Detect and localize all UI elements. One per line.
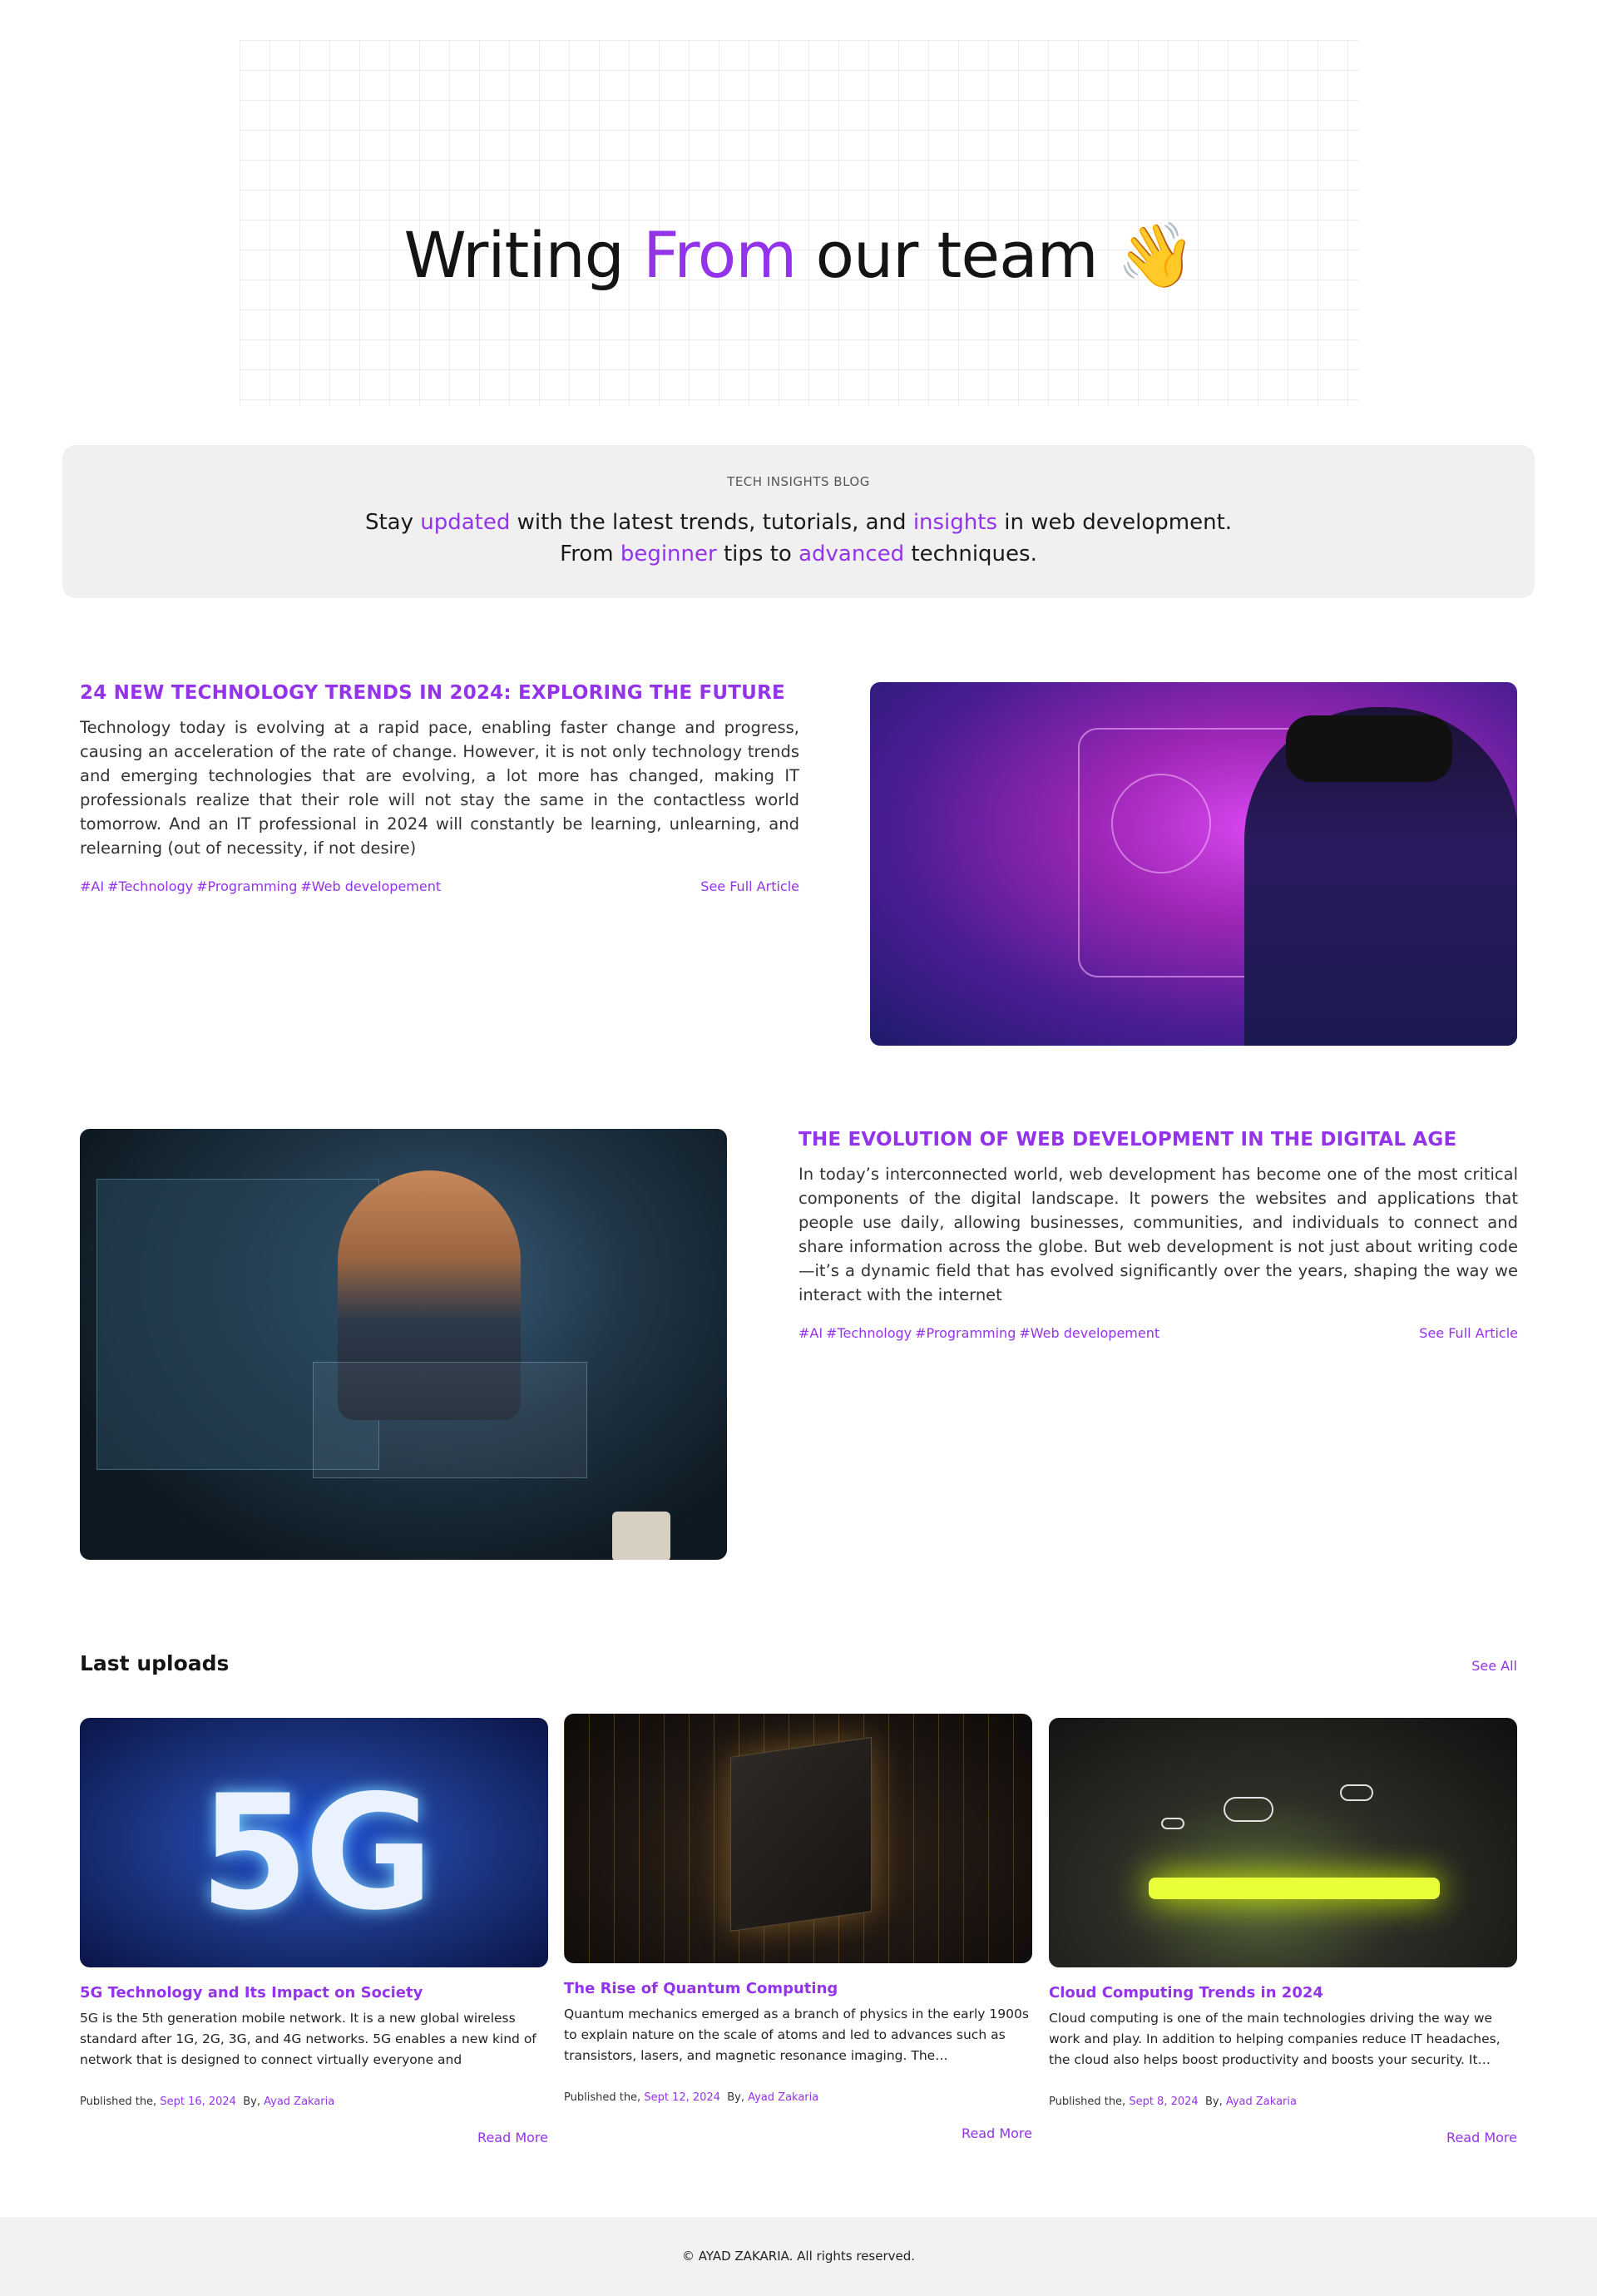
read-more-link[interactable]: Read More xyxy=(80,2130,548,2145)
upload-card-quantum: The Rise of Quantum Computing Quantum me… xyxy=(564,1714,1032,2141)
tag-link[interactable]: #AI xyxy=(798,1325,823,1341)
read-more-link[interactable]: Read More xyxy=(564,2125,1032,2141)
title-part-1: Writing xyxy=(403,218,644,292)
see-full-article-link[interactable]: See Full Article xyxy=(1419,1325,1518,1341)
banner-highlight: advanced xyxy=(798,542,905,567)
card-image[interactable] xyxy=(1049,1718,1517,1967)
coffee-cup xyxy=(612,1512,670,1560)
code-overlay xyxy=(313,1362,587,1478)
banner-text: techniques. xyxy=(904,542,1037,567)
card-meta: Published the, Sept 16, 2024 By, Ayad Za… xyxy=(80,2096,548,2108)
article-meta: #AI #Technology #Programming #Web developem… xyxy=(80,878,799,894)
banner-line-1: Stay updated with the latest trends, tut… xyxy=(62,510,1535,535)
card-excerpt: 5G is the 5th generation mobile network.… xyxy=(80,2011,536,2067)
upload-card-cloud: Cloud Computing Trends in 2024 Cloud com… xyxy=(1049,1718,1517,2145)
cloud-icon xyxy=(1224,1797,1273,1822)
by-label: By, xyxy=(727,2091,749,2104)
featured-article-1: 24 NEW TECHNOLOGY TRENDS IN 2024: EXPLOR… xyxy=(80,682,799,894)
article-excerpt: Technology today is evolving at a rapid … xyxy=(80,718,799,858)
banner-highlight: insights xyxy=(912,510,998,535)
banner-text: Stay xyxy=(364,510,421,535)
author-link[interactable]: Ayad Zakaria xyxy=(748,2091,818,2104)
card-title[interactable]: The Rise of Quantum Computing xyxy=(564,1980,1032,1997)
tag-link[interactable]: #Technology xyxy=(826,1325,912,1341)
banner-text: From xyxy=(560,542,621,567)
card-image[interactable] xyxy=(564,1714,1032,1963)
hero-section: Writing From our team 👋 xyxy=(240,40,1359,406)
featured-article-2: THE EVOLUTION OF WEB DEVELOPMENT IN THE … xyxy=(798,1129,1518,1341)
article-title[interactable]: 24 NEW TECHNOLOGY TRENDS IN 2024: EXPLOR… xyxy=(80,682,799,704)
article-2-image[interactable] xyxy=(80,1129,727,1560)
article-meta: #AI #Technology #Programming #Web developem… xyxy=(798,1325,1518,1341)
tag-link[interactable]: #Web developement xyxy=(1019,1325,1159,1341)
upload-card-5g: 5G 5G Technology and Its Impact on Socie… xyxy=(80,1718,548,2145)
publish-date: Sept 12, 2024 xyxy=(644,2091,720,2104)
publish-date: Sept 16, 2024 xyxy=(160,2096,236,2108)
tag-link[interactable]: #Programming xyxy=(915,1325,1016,1341)
glowing-phone xyxy=(1149,1878,1440,1899)
see-all-link[interactable]: See All xyxy=(1471,1658,1517,1674)
site-footer: © AYAD ZAKARIA. All rights reserved. xyxy=(0,2217,1597,2296)
title-part-2: our team xyxy=(796,218,1117,292)
article-tags: #AI #Technology #Programming #Web developem… xyxy=(798,1325,1163,1341)
vr-headset-icon xyxy=(1286,715,1452,782)
page-title: Writing From our team 👋 xyxy=(240,218,1359,293)
banner-highlight: updated xyxy=(420,510,511,535)
banner-kicker: TECH INSIGHTS BLOG xyxy=(727,474,870,489)
hologram-circle xyxy=(1111,774,1211,873)
by-label: By, xyxy=(243,2096,265,2108)
card-image[interactable]: 5G xyxy=(80,1718,548,1967)
card-meta: Published the, Sept 12, 2024 By, Ayad Za… xyxy=(564,2091,1032,2104)
article-title[interactable]: THE EVOLUTION OF WEB DEVELOPMENT IN THE … xyxy=(798,1129,1518,1150)
tag-link[interactable]: #Technology xyxy=(107,878,193,894)
waving-hand-icon: 👋 xyxy=(1116,218,1196,292)
see-full-article-link[interactable]: See Full Article xyxy=(700,878,799,894)
5g-graphic: 5G xyxy=(199,1761,433,1945)
publish-date: Sept 8, 2024 xyxy=(1129,2096,1199,2108)
article-tags: #AI #Technology #Programming #Web developem… xyxy=(80,878,444,894)
card-meta: Published the, Sept 8, 2024 By, Ayad Zak… xyxy=(1049,2096,1517,2108)
banner-line-2: From beginner tips to advanced technique… xyxy=(62,542,1535,567)
banner-text: tips to xyxy=(716,542,799,567)
published-label: Published the, xyxy=(1049,2096,1130,2108)
banner-text: with the latest trends, tutorials, and xyxy=(510,510,913,535)
banner-text: in web development. xyxy=(997,510,1233,535)
title-accent: From xyxy=(643,218,797,292)
tag-link[interactable]: #Web developement xyxy=(300,878,441,894)
article-excerpt: In today’s interconnected world, web dev… xyxy=(798,1165,1518,1304)
published-label: Published the, xyxy=(80,2096,161,2108)
published-label: Published the, xyxy=(564,2091,645,2104)
card-excerpt: Quantum mechanics emerged as a branch of… xyxy=(564,2007,1029,2063)
read-more-link[interactable]: Read More xyxy=(1049,2130,1517,2145)
author-link[interactable]: Ayad Zakaria xyxy=(1226,2096,1297,2108)
tag-link[interactable]: #AI xyxy=(80,878,104,894)
card-excerpt: Cloud computing is one of the main techn… xyxy=(1049,2011,1501,2067)
quantum-cube xyxy=(730,1737,872,1932)
intro-banner: TECH INSIGHTS BLOG Stay updated with the… xyxy=(62,445,1535,598)
banner-highlight: beginner xyxy=(620,542,717,567)
tag-link[interactable]: #Programming xyxy=(196,878,297,894)
cloud-icon xyxy=(1161,1818,1184,1829)
card-title[interactable]: 5G Technology and Its Impact on Society xyxy=(80,1984,548,2002)
last-uploads-heading: Last uploads xyxy=(80,1651,230,1675)
by-label: By, xyxy=(1204,2096,1226,2108)
card-title[interactable]: Cloud Computing Trends in 2024 xyxy=(1049,1984,1517,2002)
cloud-icon xyxy=(1340,1784,1373,1801)
author-link[interactable]: Ayad Zakaria xyxy=(264,2096,334,2108)
copyright-text: © AYAD ZAKARIA. All rights reserved. xyxy=(681,2249,916,2264)
article-1-image[interactable] xyxy=(870,682,1517,1046)
